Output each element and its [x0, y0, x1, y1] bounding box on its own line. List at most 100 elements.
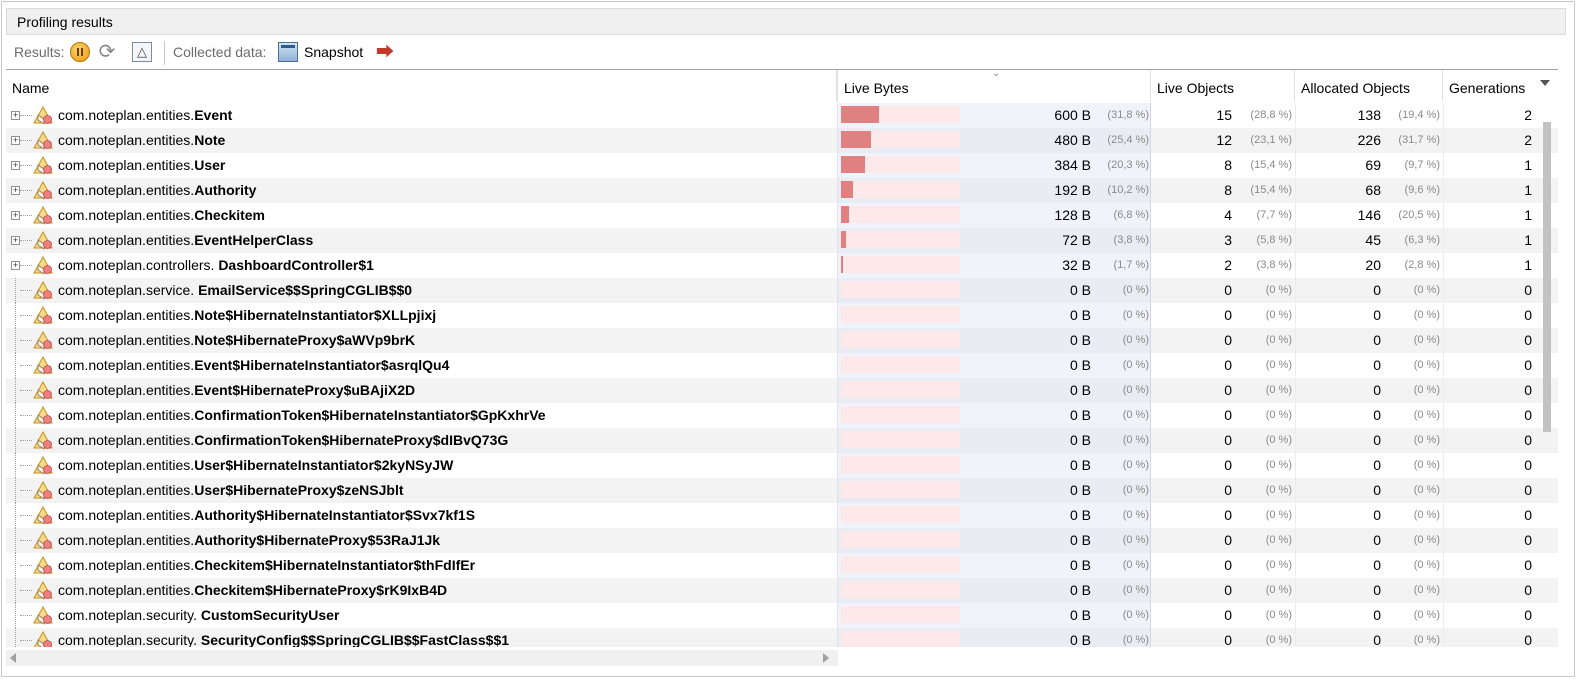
table-row[interactable]: + com.noteplan.entities.Event 600 B (31,8 %… [6, 103, 1558, 128]
table-row[interactable]: com.noteplan.entities.Event$HibernatePro… [6, 378, 1558, 403]
table-row[interactable]: com.noteplan.entities.User$HibernateProx… [6, 478, 1558, 503]
table-row[interactable]: com.noteplan.entities.Authority$Hibernat… [6, 528, 1558, 553]
live-bytes-percent: (0 %) [1122, 509, 1149, 521]
vertical-scrollbar[interactable] [1540, 102, 1554, 612]
live-bytes-bar [841, 481, 960, 498]
expand-icon[interactable]: + [11, 236, 20, 245]
table-row[interactable]: + com.noteplan.entities.User 384 B (20,3 %)… [6, 153, 1558, 178]
export-icon[interactable]: ⮕ [375, 42, 395, 62]
package-name: com.noteplan.entities. [58, 532, 195, 548]
name-cell: com.noteplan.entities.Checkitem$Hibernat… [6, 553, 837, 578]
table-row[interactable]: com.noteplan.entities.User$HibernateInst… [6, 453, 1558, 478]
column-header-allocated-objects[interactable]: Allocated Objects [1295, 70, 1443, 102]
name-cell: com.noteplan.entities.Authority$Hibernat… [6, 528, 837, 553]
column-divider [1295, 378, 1296, 403]
table-row[interactable]: + com.noteplan.entities.Checkitem 128 B (6,… [6, 203, 1558, 228]
tree-connector [20, 315, 32, 316]
table-row[interactable]: com.noteplan.security. CustomSecurityUse… [6, 603, 1558, 628]
live-bytes-bar [841, 381, 960, 398]
column-divider [1443, 153, 1444, 178]
live-bytes-value: 0 B [1069, 482, 1091, 498]
class-name: com.noteplan.entities.Event [58, 107, 232, 123]
refresh-icon[interactable]: ⟳ [97, 42, 117, 62]
snapshot-icon[interactable] [278, 42, 298, 62]
expand-icon[interactable]: + [11, 186, 20, 195]
live-objects-percent: (0 %) [1265, 534, 1292, 546]
table-row[interactable]: com.noteplan.entities.ConfirmationToken$… [6, 428, 1558, 453]
column-divider [1443, 328, 1444, 353]
class-simple-name: SecurityConfig$$SpringCGLIB$$FastClass$$… [200, 632, 510, 647]
snapshot-button[interactable]: Snapshot [304, 44, 363, 60]
live-bytes-bar [841, 606, 960, 623]
table-row[interactable]: com.noteplan.security. SecurityConfig$$S… [6, 628, 1558, 647]
column-header-name[interactable]: Name [6, 70, 837, 102]
expand-icon[interactable]: + [11, 211, 20, 220]
column-header-generations[interactable]: Generations [1443, 70, 1535, 102]
vertical-scrollbar-thumb[interactable] [1543, 122, 1551, 432]
class-instance-icon [33, 131, 53, 150]
live-objects-percent: (0 %) [1265, 584, 1292, 596]
class-simple-name: Note$HibernateProxy$aWVp9brK [194, 332, 416, 348]
expand-icon[interactable]: + [11, 111, 20, 120]
table-row[interactable]: com.noteplan.entities.Checkitem$Hibernat… [6, 578, 1558, 603]
live-objects-percent: (15,4 %) [1250, 184, 1292, 196]
name-cell: + com.noteplan.entities.EventHelperClass [6, 228, 837, 253]
table-row[interactable]: + com.noteplan.controllers. DashboardCont… [6, 253, 1558, 278]
allocated-objects-percent: (20,5 %) [1398, 209, 1440, 221]
column-chooser-icon[interactable] [1540, 80, 1550, 86]
package-name: com.noteplan.entities. [58, 332, 195, 348]
live-bytes-percent: (0 %) [1122, 409, 1149, 421]
table-row[interactable]: com.noteplan.entities.Authority$Hibernat… [6, 503, 1558, 528]
live-bytes-value: 0 B [1069, 332, 1091, 348]
live-objects-value: 0 [1224, 282, 1232, 298]
live-bytes-cell: 0 B (0 %) [837, 503, 1151, 528]
table-row[interactable]: + com.noteplan.entities.Note 480 B (25,4 %)… [6, 128, 1558, 153]
panel-title: Profiling results [17, 14, 113, 30]
column-divider [1443, 128, 1444, 153]
column-divider [1295, 328, 1296, 353]
table-row[interactable]: + com.noteplan.entities.EventHelperClass 7… [6, 228, 1558, 253]
live-bytes-cell: 0 B (0 %) [837, 328, 1151, 353]
column-divider [1295, 503, 1296, 528]
table-row[interactable]: com.noteplan.entities.Note$HibernateProx… [6, 328, 1558, 353]
expand-icon[interactable]: + [11, 136, 20, 145]
live-bytes-percent: (0 %) [1122, 309, 1149, 321]
allocated-objects-value: 45 [1365, 232, 1381, 248]
horizontal-scrollbar[interactable] [6, 650, 838, 666]
table-row[interactable]: com.noteplan.entities.ConfirmationToken$… [6, 403, 1558, 428]
column-divider [1443, 578, 1444, 603]
class-simple-name: Event [194, 107, 233, 123]
expand-icon[interactable]: + [11, 161, 20, 170]
generations-value: 0 [1524, 407, 1532, 423]
column-divider [1443, 553, 1444, 578]
column-header-live-objects[interactable]: Live Objects [1151, 70, 1295, 102]
tree-connector [15, 453, 17, 478]
live-bytes-bar [841, 256, 960, 273]
table-row[interactable]: + com.noteplan.entities.Authority 192 B (10… [6, 178, 1558, 203]
tree-connector [15, 353, 17, 378]
table-row[interactable]: com.noteplan.entities.Checkitem$Hibernat… [6, 553, 1558, 578]
table-row[interactable]: com.noteplan.entities.Note$HibernateInst… [6, 303, 1558, 328]
scroll-left-icon[interactable] [10, 653, 16, 663]
live-bytes-cell: 0 B (0 %) [837, 303, 1151, 328]
column-divider [1295, 478, 1296, 503]
package-name: com.noteplan.security. [58, 607, 201, 623]
live-bytes-cell: 72 B (3,8 %) [837, 228, 1151, 253]
live-bytes-bar [841, 506, 960, 523]
scroll-right-icon[interactable] [823, 653, 829, 663]
class-name: com.noteplan.entities.Checkitem [58, 207, 265, 223]
delta-icon[interactable]: △ [132, 42, 152, 62]
live-bytes-value: 0 B [1069, 457, 1091, 473]
class-name: com.noteplan.entities.User [58, 157, 225, 173]
table-row[interactable]: com.noteplan.entities.Event$HibernateIns… [6, 353, 1558, 378]
live-bytes-value: 32 B [1062, 257, 1091, 273]
pause-icon[interactable] [70, 42, 90, 62]
live-objects-value: 0 [1224, 482, 1232, 498]
generations-value: 0 [1524, 632, 1532, 647]
expand-icon[interactable]: + [11, 261, 20, 270]
live-bytes-bar [841, 556, 960, 573]
name-cell: + com.noteplan.entities.Checkitem [6, 203, 837, 228]
table-row[interactable]: com.noteplan.service. EmailService$$Spri… [6, 278, 1558, 303]
class-instance-icon [33, 481, 53, 500]
class-instance-icon [33, 106, 53, 125]
